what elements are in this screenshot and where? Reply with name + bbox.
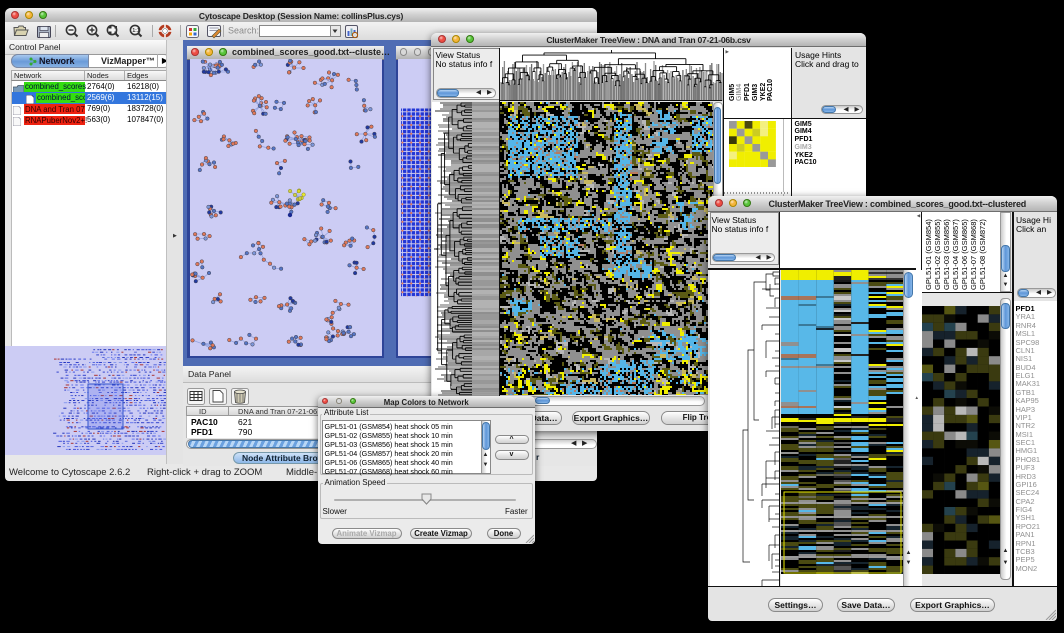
svg-text:1:1: 1:1 — [132, 28, 139, 34]
svg-text:Search:: Search: — [228, 26, 259, 36]
